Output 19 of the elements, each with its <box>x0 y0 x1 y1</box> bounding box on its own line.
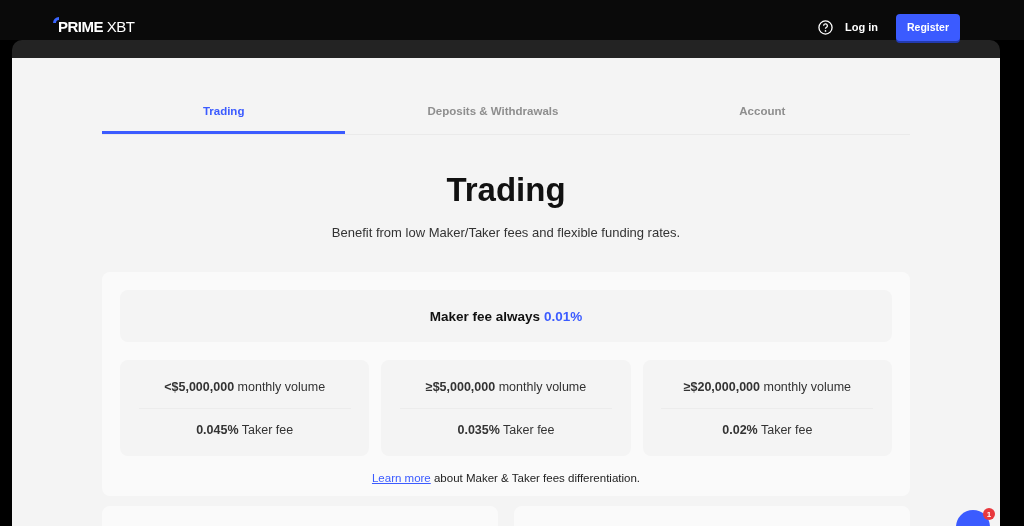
taker-fee-text: 0.045% Taker fee <box>196 422 294 437</box>
register-button[interactable]: Register <box>896 13 960 41</box>
taker-fee-text: 0.02% Taker fee <box>722 422 813 437</box>
volume-text: <$5,000,000 monthly volume <box>164 379 326 394</box>
learn-more-text: Learn more about Maker & Taker fees differentiation. <box>370 472 642 484</box>
tab[interactable]: Deposits & Withdrawals <box>371 98 615 134</box>
login-link[interactable]: Log in <box>845 21 878 33</box>
learn-more-link[interactable]: Learn more <box>371 472 431 484</box>
help-icon[interactable] <box>818 19 833 35</box>
taker-fee-text: 0.035% Taker fee <box>457 422 555 437</box>
volume-text: ≥$5,000,000 monthly volume <box>425 379 587 394</box>
maker-fee-text: Maker fee always 0.01% <box>429 308 583 324</box>
subtitle: Benefit from low Maker/Taker fees and flexible funding rates. <box>330 225 682 240</box>
logo-icon <box>53 17 59 23</box>
tab[interactable]: Account <box>640 98 884 134</box>
volume-text: ≥$20,000,000 monthly volume <box>683 379 851 394</box>
page-heading: Trading <box>445 171 567 209</box>
tab[interactable]: Trading <box>102 98 346 134</box>
logo[interactable]: PRIME XBT <box>58 18 135 35</box>
